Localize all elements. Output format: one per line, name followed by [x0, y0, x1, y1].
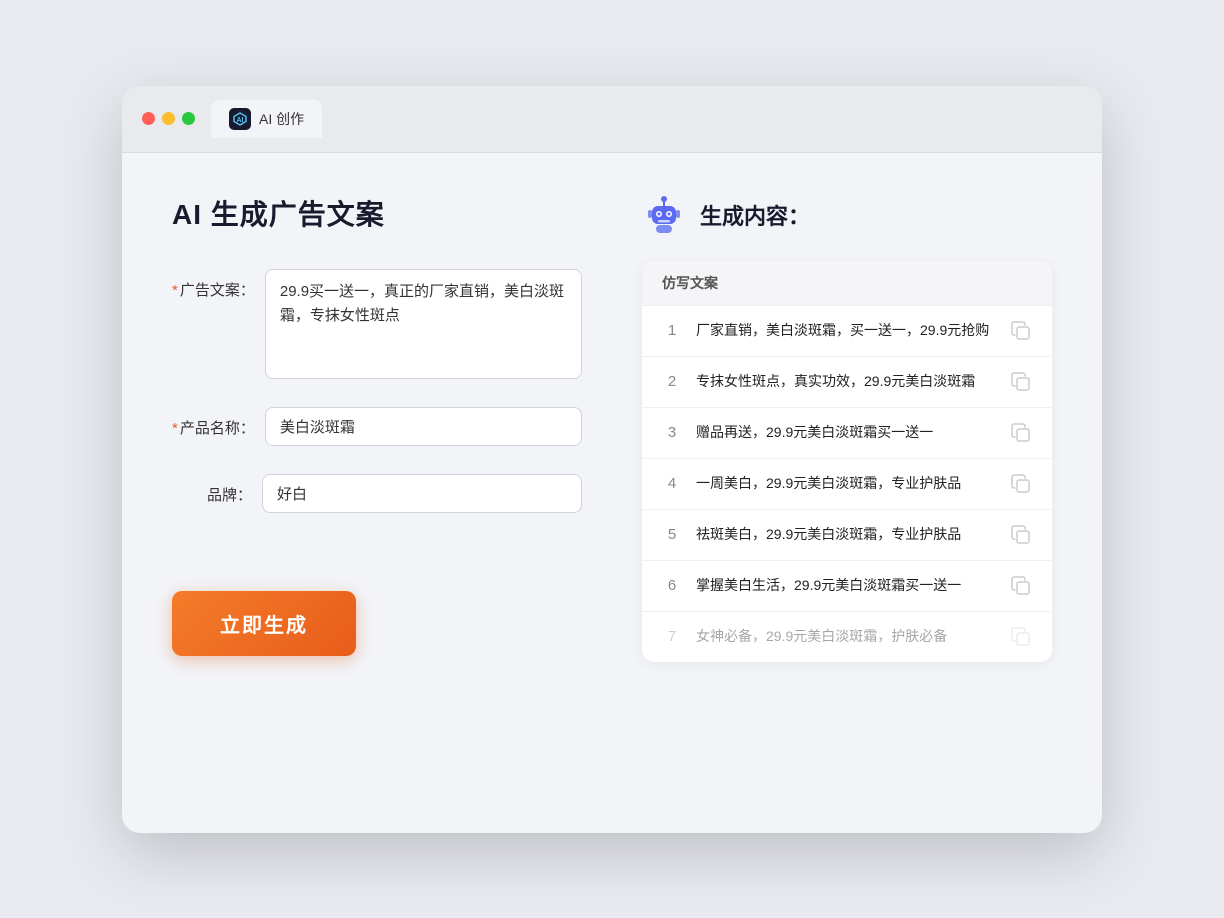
ad-copy-input[interactable] — [265, 269, 582, 379]
minimize-button[interactable] — [162, 112, 175, 125]
right-panel: 生成内容： 仿写文案 1 厂家直销，美白淡斑霜，买一送一，29.9元抢购 2 专… — [642, 193, 1052, 793]
result-rows-container: 1 厂家直销，美白淡斑霜，买一送一，29.9元抢购 2 专抹女性斑点，真实功效，… — [642, 306, 1052, 662]
copy-icon[interactable] — [1010, 626, 1032, 648]
result-table: 仿写文案 1 厂家直销，美白淡斑霜，买一送一，29.9元抢购 2 专抹女性斑点，… — [642, 261, 1052, 662]
row-text: 女神必备，29.9元美白淡斑霜，护肤必备 — [696, 626, 996, 647]
table-row: 1 厂家直销，美白淡斑霜，买一送一，29.9元抢购 — [642, 306, 1052, 357]
copy-icon[interactable] — [1010, 422, 1032, 444]
left-panel: AI 生成广告文案 *广告文案： *产品名称： 品牌： 立 — [172, 193, 582, 793]
generate-button[interactable]: 立即生成 — [172, 591, 356, 656]
table-row: 6 掌握美白生活，29.9元美白淡斑霜买一送一 — [642, 561, 1052, 612]
row-text: 一周美白，29.9元美白淡斑霜，专业护肤品 — [696, 473, 996, 494]
page-title: AI 生成广告文案 — [172, 193, 582, 233]
robot-icon — [642, 193, 686, 237]
required-star-product: * — [172, 420, 178, 437]
row-number: 5 — [662, 526, 682, 543]
result-header: 生成内容： — [642, 193, 1052, 237]
title-bar: AI AI 创作 — [122, 86, 1102, 153]
main-content: AI 生成广告文案 *广告文案： *产品名称： 品牌： 立 — [122, 153, 1102, 833]
row-number: 4 — [662, 475, 682, 492]
traffic-lights — [142, 112, 195, 125]
table-row: 2 专抹女性斑点，真实功效，29.9元美白淡斑霜 — [642, 357, 1052, 408]
close-button[interactable] — [142, 112, 155, 125]
copy-icon[interactable] — [1010, 524, 1032, 546]
brand-group: 品牌： — [172, 474, 582, 513]
product-label: *产品名称： — [172, 407, 255, 438]
table-header: 仿写文案 — [642, 261, 1052, 306]
product-name-input[interactable] — [265, 407, 582, 446]
row-text: 祛斑美白，29.9元美白淡斑霜，专业护肤品 — [696, 524, 996, 545]
tab-label: AI 创作 — [259, 109, 304, 129]
table-row: 3 赠品再送，29.9元美白淡斑霜买一送一 — [642, 408, 1052, 459]
ai-tab-icon: AI — [229, 108, 251, 130]
row-number: 7 — [662, 628, 682, 645]
row-number: 6 — [662, 577, 682, 594]
row-text: 赠品再送，29.9元美白淡斑霜买一送一 — [696, 422, 996, 443]
result-title: 生成内容： — [700, 199, 810, 231]
copy-icon[interactable] — [1010, 575, 1032, 597]
row-text: 掌握美白生活，29.9元美白淡斑霜买一送一 — [696, 575, 996, 596]
copy-icon[interactable] — [1010, 473, 1032, 495]
brand-label: 品牌： — [172, 474, 252, 505]
row-text: 专抹女性斑点，真实功效，29.9元美白淡斑霜 — [696, 371, 996, 392]
maximize-button[interactable] — [182, 112, 195, 125]
copy-icon[interactable] — [1010, 320, 1032, 342]
svg-text:AI: AI — [237, 117, 244, 124]
row-number: 2 — [662, 373, 682, 390]
brand-input[interactable] — [262, 474, 582, 513]
ad-copy-group: *广告文案： — [172, 269, 582, 379]
row-number: 3 — [662, 424, 682, 441]
required-star-ad: * — [172, 282, 178, 299]
row-number: 1 — [662, 322, 682, 339]
browser-window: AI AI 创作 AI 生成广告文案 *广告文案： *产品名称： — [122, 86, 1102, 833]
table-row: 5 祛斑美白，29.9元美白淡斑霜，专业护肤品 — [642, 510, 1052, 561]
table-row: 7 女神必备，29.9元美白淡斑霜，护肤必备 — [642, 612, 1052, 662]
product-name-group: *产品名称： — [172, 407, 582, 446]
copy-icon[interactable] — [1010, 371, 1032, 393]
tab-ai-creation[interactable]: AI AI 创作 — [211, 100, 322, 138]
ad-label: *广告文案： — [172, 269, 255, 300]
row-text: 厂家直销，美白淡斑霜，买一送一，29.9元抢购 — [696, 320, 996, 341]
table-row: 4 一周美白，29.9元美白淡斑霜，专业护肤品 — [642, 459, 1052, 510]
